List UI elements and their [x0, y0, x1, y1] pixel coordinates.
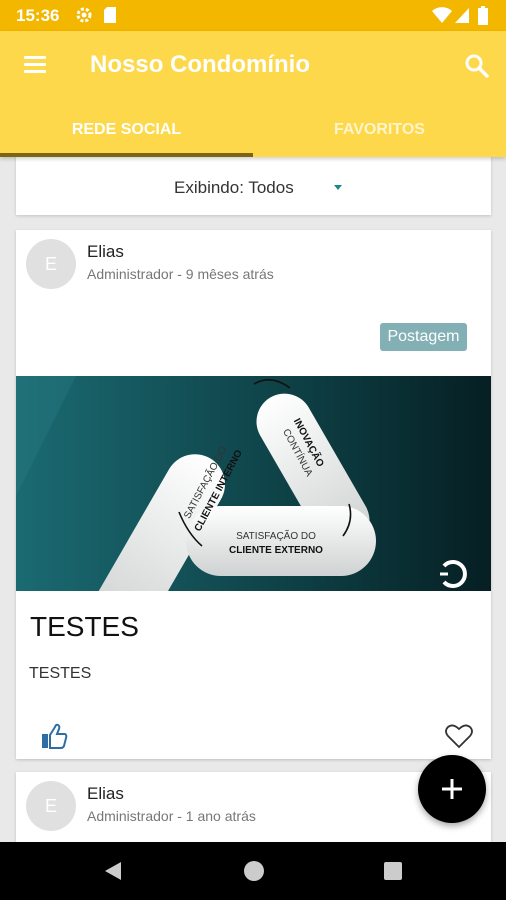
post-title: TESTES [30, 611, 139, 642]
post-image[interactable]: SATISFAÇÃO DO CLIENTE INTERNO INOVAÇÃO C… [16, 376, 491, 591]
battery-icon [478, 6, 488, 25]
heart-icon [445, 724, 473, 749]
thumbs-up-icon [42, 723, 68, 749]
tab-indicator [0, 153, 253, 157]
menu-icon-line [24, 70, 46, 73]
recent-apps-icon[interactable] [384, 862, 402, 880]
image-text-bottom-2: CLIENTE EXTERNO [229, 545, 323, 556]
add-post-button[interactable] [418, 755, 486, 823]
avatar[interactable]: E [26, 781, 76, 831]
home-icon[interactable] [244, 861, 264, 881]
like-button[interactable] [38, 720, 70, 752]
avatar[interactable]: E [26, 239, 76, 289]
post-body: TESTES [29, 665, 92, 682]
author-meta: Administrador - 9 mêses atrás [87, 266, 274, 282]
plus-icon [442, 779, 462, 799]
wifi-icon [432, 7, 452, 23]
app-title: Nosso Condomínio [90, 51, 310, 78]
post-type-badge: Postagem [380, 323, 467, 351]
tab-favoritos[interactable]: FAVORITOS [253, 103, 506, 157]
post-card: E Elias Administrador - 9 mêses atrás Po… [16, 230, 491, 759]
favorite-button[interactable] [443, 720, 475, 752]
author-name: Elias [87, 784, 124, 803]
filter-dropdown[interactable]: Exibindo: Todos [174, 178, 294, 198]
menu-icon [24, 56, 46, 59]
menu-button[interactable] [20, 51, 52, 79]
search-button[interactable] [462, 51, 492, 81]
status-time: 15:36 [16, 6, 60, 25]
back-icon[interactable] [104, 861, 122, 881]
system-nav-bar [0, 842, 506, 900]
tab-rede-social[interactable]: REDE SOCIAL [0, 103, 253, 157]
settings-icon [76, 7, 92, 23]
menu-icon-line [24, 63, 46, 66]
author-meta: Administrador - 1 ano atrás [87, 808, 256, 824]
filter-card: Exibindo: Todos [16, 150, 491, 215]
app-bar: Nosso Condomínio REDE SOCIAL FAVORITOS [0, 31, 506, 157]
sd-card-icon [104, 7, 116, 23]
search-icon [465, 54, 489, 78]
dropdown-arrow-icon[interactable] [334, 185, 342, 190]
status-bar: 15:36 [0, 0, 506, 31]
image-text-bottom-1: SATISFAÇÃO DO [236, 529, 316, 542]
signal-icon [455, 8, 469, 23]
author-name: Elias [87, 242, 124, 261]
